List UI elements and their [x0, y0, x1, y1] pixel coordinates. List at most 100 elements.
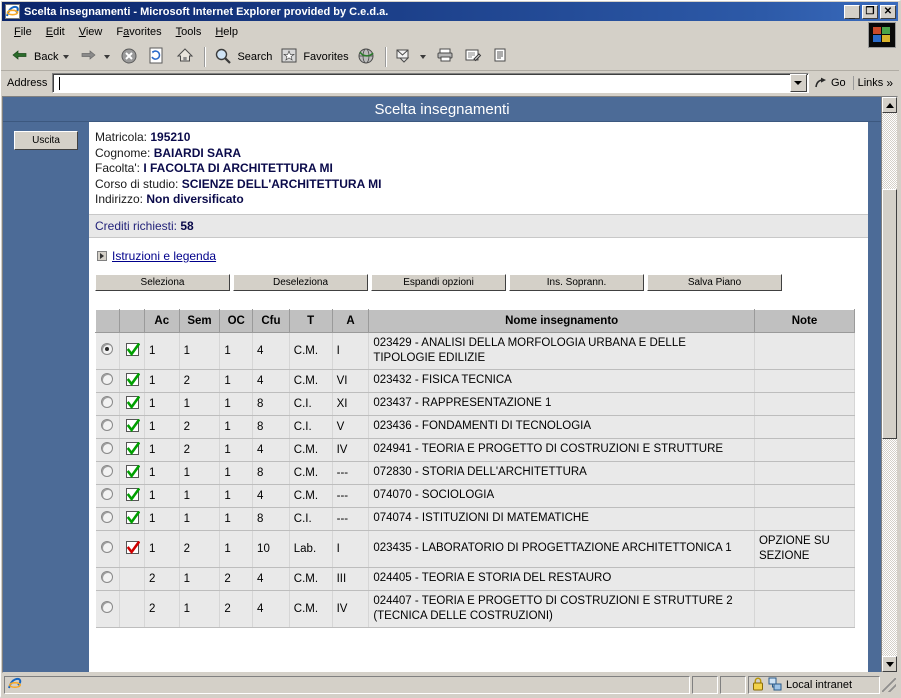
refresh-button[interactable]	[144, 45, 172, 69]
radio-button[interactable]	[101, 465, 114, 477]
deseleziona-button[interactable]: Deseleziona	[233, 273, 368, 291]
menu-favorites[interactable]: Favorites	[109, 24, 168, 40]
maximize-button[interactable]: ❒	[862, 4, 878, 19]
links-button[interactable]: Links »	[852, 76, 897, 90]
row-checkbox-cell[interactable]	[119, 392, 145, 416]
row-checkbox-cell[interactable]	[119, 530, 145, 568]
edit-button[interactable]	[460, 45, 488, 69]
row-radio-cell[interactable]	[95, 461, 121, 485]
menu-view[interactable]: View	[72, 24, 110, 40]
instructions-link[interactable]: Istruzioni e legenda	[112, 249, 216, 263]
radio-button[interactable]	[101, 601, 114, 613]
menu-tools[interactable]: Tools	[169, 24, 209, 40]
row-checkbox-cell[interactable]	[119, 461, 145, 485]
radio-button[interactable]	[101, 571, 114, 583]
home-button[interactable]	[172, 45, 200, 69]
checkbox-checked[interactable]	[125, 342, 140, 356]
row-radio-cell[interactable]	[95, 332, 121, 370]
menu-help[interactable]: Help	[208, 24, 245, 40]
row-radio-cell[interactable]	[95, 567, 121, 591]
checkbox-checked[interactable]	[125, 464, 140, 478]
radio-button[interactable]	[101, 343, 114, 355]
table-row[interactable]: 2 1 2 4 C.M. III 024405 - TEORIA E STORIA DEL …	[95, 567, 856, 591]
mail-dropdown-icon[interactable]	[419, 54, 426, 59]
table-row[interactable]: 1 1 1 8 C.I. --- 074074 - ISTITUZIONI DI MATEM…	[95, 507, 856, 531]
row-checkbox-cell[interactable]	[119, 438, 145, 462]
row-checkbox-cell[interactable]	[119, 567, 145, 591]
table-row[interactable]: 2 1 2 4 C.M. IV 024407 - TEORIA E PROGETTO DI …	[95, 590, 856, 628]
seleziona-button[interactable]: Seleziona	[95, 273, 230, 291]
row-checkbox-cell[interactable]	[119, 415, 145, 439]
scrollbar-track[interactable]	[882, 113, 897, 656]
page-scrollbar[interactable]	[881, 97, 897, 672]
salva-piano-button[interactable]: Salva Piano	[647, 273, 782, 291]
back-button[interactable]: Back	[7, 45, 75, 69]
row-radio-cell[interactable]	[95, 590, 121, 628]
row-checkbox-cell[interactable]	[119, 332, 145, 370]
radio-button[interactable]	[101, 442, 114, 454]
menu-file[interactable]: File	[7, 24, 39, 40]
ins-soprann-button[interactable]: Ins. Soprann.	[509, 273, 644, 291]
radio-button[interactable]	[101, 396, 114, 408]
checkbox-checked[interactable]	[125, 441, 140, 455]
checkbox-checked[interactable]	[125, 418, 140, 432]
go-button[interactable]: Go	[807, 76, 853, 91]
row-radio-cell[interactable]	[95, 438, 121, 462]
table-row[interactable]: 1 2 1 8 C.I. V 023436 - FONDAMENTI DI TECNOLOG…	[95, 415, 856, 439]
discussions-button[interactable]	[488, 45, 516, 69]
checkbox-checked[interactable]	[125, 372, 140, 386]
row-radio-cell[interactable]	[95, 392, 121, 416]
row-checkbox-cell[interactable]	[119, 484, 145, 508]
search-button[interactable]: Search	[210, 45, 276, 69]
espandi-opzioni-button[interactable]: Espandi opzioni	[371, 273, 506, 291]
row-radio-cell[interactable]	[95, 530, 121, 568]
radio-button[interactable]	[101, 419, 114, 431]
table-row[interactable]: 1 1 1 8 C.I. XI 023437 - RAPPRESENTAZIONE 1	[95, 392, 856, 416]
close-button[interactable]: ✕	[880, 4, 896, 19]
table-row[interactable]: 1 1 1 4 C.M. --- 074070 - SOCIOLOGIA	[95, 484, 856, 508]
courses-table-head: Ac Sem OC Cfu T A Nome insegnamento Note	[94, 308, 856, 333]
radio-button[interactable]	[101, 541, 114, 553]
row-cfu: 4	[252, 438, 290, 462]
table-row[interactable]: 1 1 1 4 C.M. I 023429 - ANALISI DELLA MORFOLOG…	[95, 332, 856, 370]
row-ac: 1	[144, 461, 180, 485]
table-row[interactable]: 1 2 1 10 Lab. I 023435 - LABORATORIO DI PROGET…	[95, 530, 856, 568]
address-input[interactable]	[52, 73, 809, 93]
scroll-down-button[interactable]	[882, 656, 897, 672]
table-row[interactable]: 1 2 1 4 C.M. IV 024941 - TEORIA E PROGETTO DI …	[95, 438, 856, 462]
row-checkbox-cell[interactable]	[119, 590, 145, 628]
row-radio-cell[interactable]	[95, 369, 121, 393]
table-row[interactable]: 1 1 1 8 C.M. --- 072830 - STORIA DELL'ARCHITET…	[95, 461, 856, 485]
forward-button[interactable]	[75, 45, 116, 69]
exit-button[interactable]: Uscita	[14, 131, 78, 150]
row-radio-cell[interactable]	[95, 507, 121, 531]
forward-dropdown-icon[interactable]	[104, 54, 111, 59]
address-dropdown-button[interactable]	[789, 74, 807, 92]
security-zone-cell[interactable]: Local intranet	[748, 675, 880, 694]
row-radio-cell[interactable]	[95, 484, 121, 508]
scroll-up-button[interactable]	[882, 97, 897, 113]
row-radio-cell[interactable]	[95, 415, 121, 439]
radio-button[interactable]	[101, 373, 114, 385]
history-button[interactable]	[353, 45, 381, 69]
row-checkbox-cell[interactable]	[119, 507, 145, 531]
stop-button[interactable]	[116, 45, 144, 69]
favorites-button[interactable]: Favorites	[276, 45, 352, 69]
instructions-row[interactable]: Istruzioni e legenda	[89, 238, 868, 271]
radio-button[interactable]	[101, 488, 114, 500]
back-dropdown-icon[interactable]	[63, 54, 70, 59]
checkbox-checked[interactable]	[125, 395, 140, 409]
menu-edit[interactable]: Edit	[39, 24, 72, 40]
mail-button[interactable]	[391, 45, 432, 69]
row-checkbox-cell[interactable]	[119, 369, 145, 393]
checkbox-checked[interactable]	[125, 487, 140, 501]
expand-toggle-icon[interactable]	[97, 250, 107, 261]
minimize-button[interactable]: _	[844, 4, 860, 19]
resize-grip[interactable]	[882, 677, 896, 692]
radio-button[interactable]	[101, 511, 114, 523]
scrollbar-thumb[interactable]	[882, 189, 897, 439]
table-row[interactable]: 1 2 1 4 C.M. VI 023432 - FISICA TECNICA	[95, 369, 856, 393]
checkbox-checked[interactable]	[125, 510, 140, 524]
checkbox-checked[interactable]	[125, 540, 140, 554]
print-button[interactable]	[432, 45, 460, 69]
